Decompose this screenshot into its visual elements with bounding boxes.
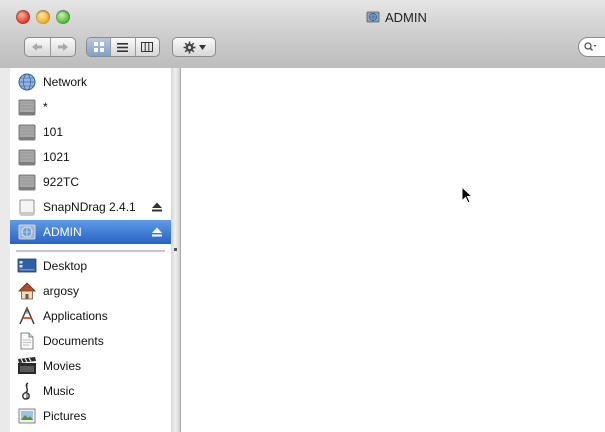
sidebar-item-label: Movies: [43, 359, 82, 373]
file-browser-content[interactable]: [181, 68, 605, 432]
sidebar-item-label: 101: [43, 125, 64, 139]
sidebar: Network * 101 1021 922TC SnapNDrag 2.4.1…: [10, 68, 172, 432]
sidebar-item-star-volume[interactable]: *: [10, 95, 171, 119]
disk-image-icon: [19, 199, 35, 216]
hard-disk-icon: [18, 124, 36, 141]
sidebar-item-922tc[interactable]: 922TC: [10, 170, 171, 194]
sidebar-item-label: Pictures: [43, 409, 87, 423]
hard-disk-icon: [18, 99, 36, 116]
movies-icon: [18, 357, 36, 374]
pictures-icon: [18, 408, 36, 424]
sidebar-item-label: argosy: [43, 284, 80, 298]
search-field[interactable]: [578, 37, 605, 57]
window-title-text: ADMIN: [385, 9, 427, 25]
network-volume-icon: [18, 224, 36, 240]
sidebar-item-documents[interactable]: Documents: [10, 329, 171, 353]
sidebar-item-1021[interactable]: 1021: [10, 145, 171, 169]
sidebar-item-label: Applications: [43, 309, 108, 323]
window-title: ADMIN: [366, 9, 427, 25]
sidebar-item-network[interactable]: Network: [10, 70, 171, 94]
music-icon: [22, 382, 30, 400]
action-menu-button[interactable]: [172, 37, 216, 57]
sidebar-item-label: *: [43, 100, 48, 114]
network-globe-icon: [18, 73, 36, 91]
network-volume-icon: [366, 11, 380, 23]
forward-button[interactable]: [49, 38, 76, 56]
close-button[interactable]: [16, 10, 30, 24]
sidebar-item-movies[interactable]: Movies: [10, 354, 171, 378]
search-icon: [584, 42, 597, 52]
sidebar-item-label: Documents: [43, 334, 104, 348]
splitter-grip-icon: [174, 248, 177, 251]
sidebar-item-label: Music: [43, 384, 75, 398]
sidebar-item-music[interactable]: Music: [10, 379, 171, 403]
back-button[interactable]: [25, 38, 50, 56]
documents-icon: [20, 332, 34, 350]
sidebar-item-label: Desktop: [43, 259, 88, 273]
hard-disk-icon: [18, 149, 36, 166]
back-forward-group: [24, 37, 76, 57]
sidebar-item-desktop[interactable]: Desktop: [10, 254, 171, 278]
sidebar-separator: [16, 250, 165, 252]
list-view-button[interactable]: [110, 38, 134, 56]
sidebar-item-label: Network: [43, 75, 88, 89]
title-bar: ADMIN: [0, 0, 605, 69]
sidebar-item-pictures[interactable]: Pictures: [10, 404, 171, 428]
sidebar-item-applications[interactable]: Applications: [10, 304, 171, 328]
sidebar-item-101[interactable]: 101: [10, 120, 171, 144]
column-view-button[interactable]: [134, 38, 159, 56]
forward-arrow-icon: [57, 43, 68, 51]
eject-icon[interactable]: [151, 201, 163, 213]
applications-icon: [19, 306, 35, 325]
zoom-button[interactable]: [56, 10, 70, 24]
mouse-pointer-icon: [461, 186, 473, 204]
back-arrow-icon: [32, 43, 43, 51]
icon-view-icon: [93, 42, 104, 52]
icon-view-button[interactable]: [87, 38, 111, 56]
sidebar-item-admin[interactable]: ADMIN: [10, 220, 171, 244]
list-view-icon: [117, 42, 129, 52]
eject-icon[interactable]: [151, 226, 163, 238]
home-icon: [18, 282, 36, 300]
gear-icon: [183, 41, 195, 53]
view-mode-group: [86, 37, 160, 57]
sidebar-item-home[interactable]: argosy: [10, 279, 171, 303]
sidebar-item-label: 922TC: [43, 175, 80, 189]
desktop-icon: [17, 258, 37, 273]
sidebar-item-label: 1021: [43, 150, 70, 164]
finder-window: ADMIN Network * 101 1021 922TC SnapNDrag…: [0, 0, 605, 432]
chevron-down-icon: [198, 44, 206, 50]
hard-disk-icon: [18, 174, 36, 191]
sidebar-item-label: ADMIN: [43, 225, 82, 239]
sidebar-item-label: SnapNDrag 2.4.1: [43, 200, 136, 214]
sidebar-item-snapndrag[interactable]: SnapNDrag 2.4.1: [10, 195, 171, 219]
minimize-button[interactable]: [36, 10, 50, 24]
column-view-icon: [141, 42, 154, 52]
